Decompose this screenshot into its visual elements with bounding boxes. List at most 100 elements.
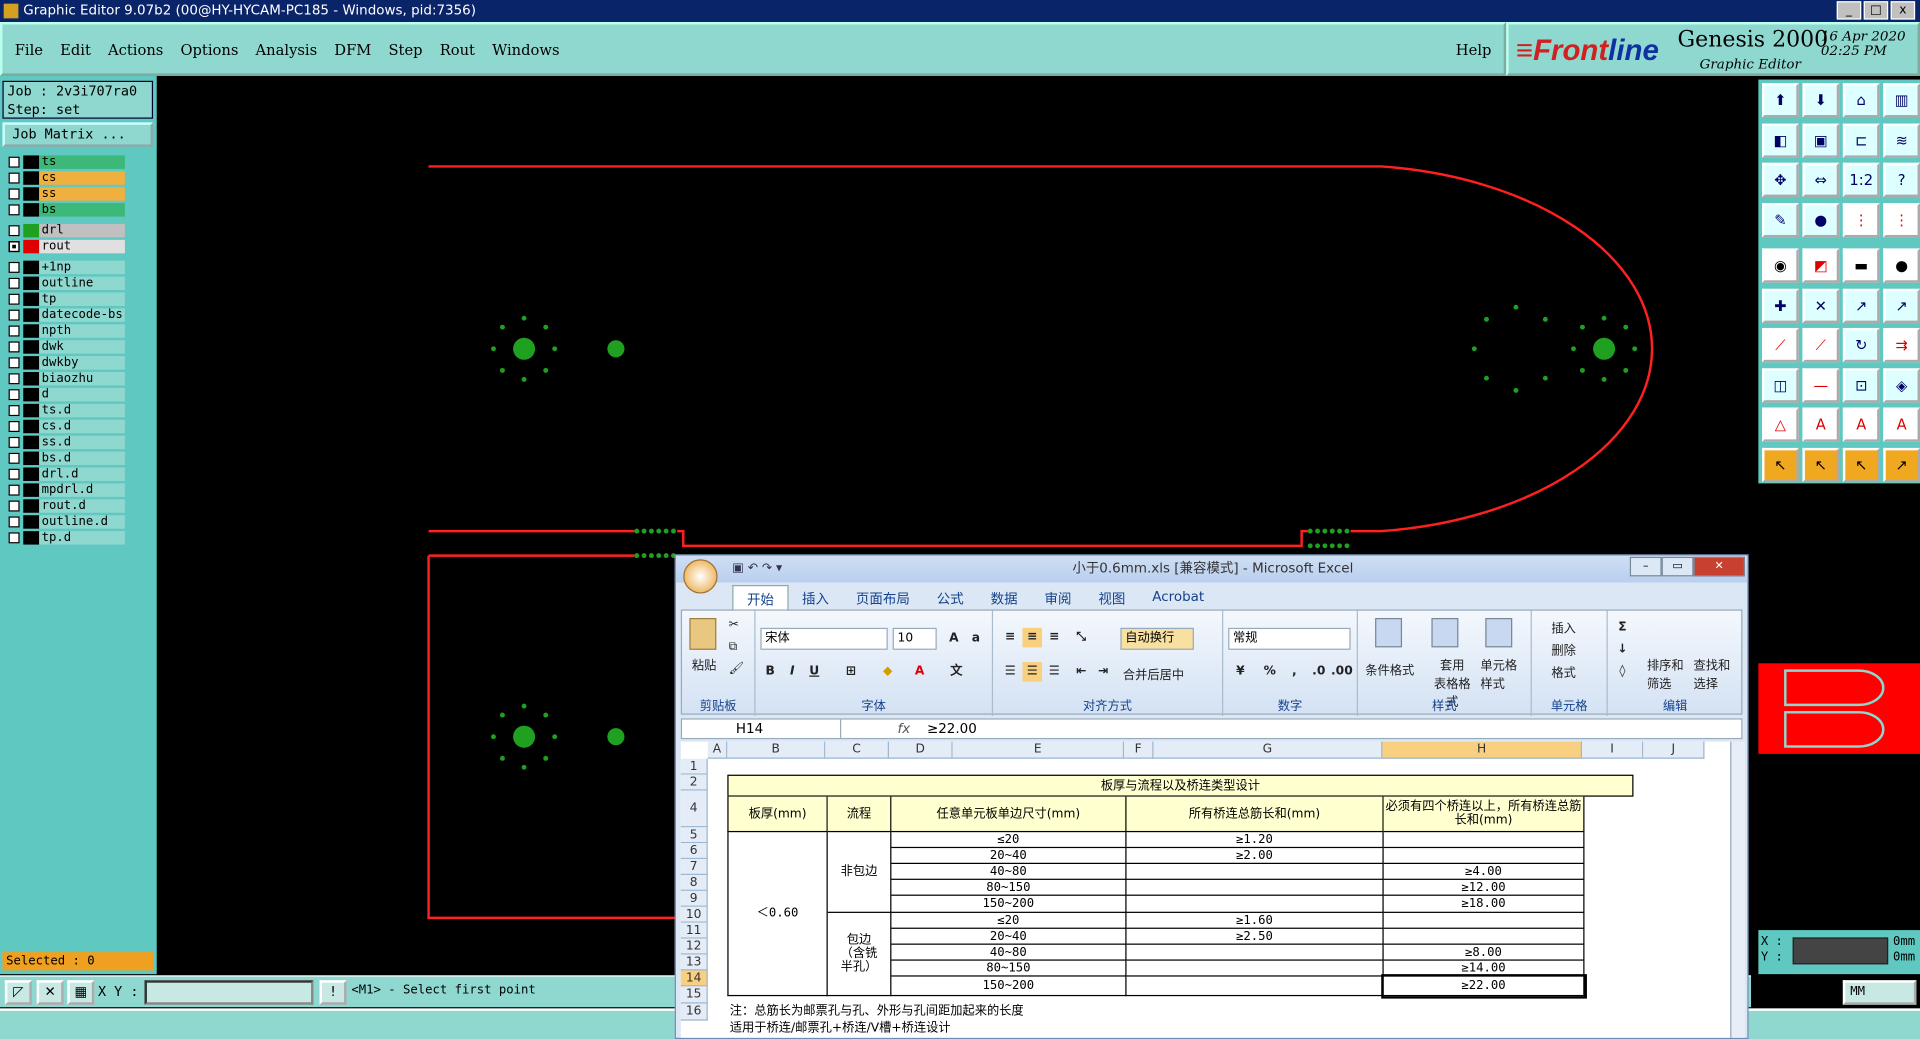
tool-icon-34[interactable]: A <box>1802 407 1840 442</box>
size-cell[interactable]: 20~40 <box>891 928 1127 945</box>
total-cell[interactable] <box>1126 879 1384 896</box>
layer-row-cs[interactable]: cs <box>5 170 125 186</box>
row-header[interactable]: 9 <box>680 890 708 907</box>
menu-file[interactable]: File <box>15 42 43 59</box>
tool-icon-20[interactable]: ● <box>1883 248 1920 283</box>
layer-checkbox[interactable] <box>8 172 20 184</box>
size-cell[interactable]: ≤20 <box>891 832 1127 849</box>
excel-restore-button[interactable]: ▭ <box>1661 556 1694 577</box>
bold-icon[interactable]: B <box>760 662 780 682</box>
layer-row-mpdrl-d[interactable]: mpdrl.d <box>5 482 125 498</box>
layer-color-swatch[interactable] <box>23 451 40 466</box>
wrap-text-button[interactable]: 自动换行 <box>1120 627 1194 650</box>
layer-checkbox[interactable] <box>8 436 20 448</box>
insert-cells-button[interactable]: 插入 <box>1551 618 1575 636</box>
units-button[interactable]: MM <box>1842 980 1917 1005</box>
layer-checkbox[interactable] <box>8 389 20 401</box>
table-header[interactable]: 必须有四个桥连以上，所有桥连总筋长和(mm) <box>1383 796 1585 833</box>
row-header[interactable]: 10 <box>680 906 708 923</box>
layer-checkbox[interactable] <box>8 532 20 544</box>
tool-icon-9[interactable]: ✥ <box>1762 162 1799 198</box>
sort-filter-button[interactable]: 排序和 筛选 <box>1647 655 1684 692</box>
four-bridge-cell[interactable]: ≥18.00 <box>1383 895 1585 913</box>
note-line[interactable]: 适用于桥连/邮票孔+桥连/V槽+桥连设计 <box>730 1017 1587 1035</box>
tool-icon-33[interactable]: △ <box>1762 407 1799 442</box>
tool-icon-17[interactable]: ◉ <box>1762 248 1799 283</box>
worksheet-grid[interactable]: A B C D E F G H I J 1 2 4 5 6 7 8 9 10 11 12 13 14 15 16 板厚与流程以及桥… <box>680 741 1731 1038</box>
paste-button[interactable]: 粘贴 <box>692 655 716 673</box>
layer-color-swatch[interactable] <box>23 223 40 238</box>
tool-icon-39[interactable]: ↖ <box>1842 447 1880 482</box>
tool-icon-30[interactable]: — <box>1802 367 1840 403</box>
tool-icon-23[interactable]: ↗ <box>1842 288 1880 323</box>
table-title[interactable]: 板厚与流程以及桥连类型设计 <box>727 774 1634 797</box>
tool-icon-2[interactable]: ⬇ <box>1802 83 1840 118</box>
tool-icon-24[interactable]: ↗ <box>1883 288 1920 323</box>
phonetic-icon[interactable]: 文 <box>947 662 967 682</box>
font-color-icon[interactable]: A <box>910 662 930 682</box>
layer-color-swatch[interactable] <box>23 171 40 185</box>
name-box[interactable]: H14 <box>682 719 842 738</box>
tool-icon-6[interactable]: ▣ <box>1802 122 1840 158</box>
layer-row-cs-d[interactable]: cs.d <box>5 419 125 435</box>
layer-row-datecode-bs[interactable]: datecode-bs <box>5 307 125 323</box>
layer-checkbox[interactable] <box>8 405 20 417</box>
layer-color-swatch[interactable] <box>23 340 40 354</box>
tool-icon-28[interactable]: ⇉ <box>1883 327 1920 363</box>
tool-icon-22[interactable]: ✕ <box>1802 288 1840 323</box>
row-header[interactable]: 11 <box>680 922 708 939</box>
size-cell[interactable]: 40~80 <box>891 863 1127 880</box>
four-bridge-cell[interactable]: ≥22.00 <box>1381 974 1587 999</box>
layer-checkbox[interactable] <box>8 156 20 168</box>
four-bridge-cell[interactable]: ≥8.00 <box>1383 944 1585 961</box>
align-bottom-icon[interactable]: ≡ <box>1044 628 1064 648</box>
tool-icon-7[interactable]: ⊏ <box>1842 122 1880 158</box>
tool-icon-26[interactable]: ⟋ <box>1802 327 1840 363</box>
tool-icon-18[interactable]: ◩ <box>1802 248 1840 283</box>
layer-row-ss-d[interactable]: ss.d <box>5 434 125 450</box>
layer-color-swatch[interactable] <box>23 324 40 338</box>
layer-color-swatch[interactable] <box>23 239 40 254</box>
total-cell[interactable]: ≥2.50 <box>1126 928 1384 945</box>
tool-icon-19[interactable]: ▬ <box>1842 248 1880 283</box>
align-left-icon[interactable]: ☰ <box>1000 662 1020 682</box>
size-cell[interactable]: 150~200 <box>891 976 1127 997</box>
tool-icon-29[interactable]: ◫ <box>1762 367 1799 403</box>
layer-row-ts-d[interactable]: ts.d <box>5 403 125 419</box>
layer-checkbox[interactable] <box>8 309 20 321</box>
size-cell[interactable]: 20~40 <box>891 848 1127 864</box>
pan-icon[interactable]: ◸ <box>4 980 32 1005</box>
tool-icon-37[interactable]: ↖ <box>1762 447 1799 482</box>
align-top-icon[interactable]: ≡ <box>1000 628 1020 648</box>
layer-row-dwkby[interactable]: dwkby <box>5 355 125 371</box>
currency-icon[interactable]: ¥ <box>1231 662 1251 682</box>
layer-row-drl[interactable]: drl <box>5 223 125 239</box>
layer-row-bs-d[interactable]: bs.d <box>5 450 125 466</box>
fx-icon[interactable]: fx <box>898 720 911 738</box>
four-bridge-cell[interactable] <box>1383 928 1585 945</box>
tool-icon-13[interactable]: ✎ <box>1762 202 1799 237</box>
delete-cells-button[interactable]: 删除 <box>1551 640 1575 658</box>
format-cells-button[interactable]: 格式 <box>1551 662 1575 680</box>
align-center-icon[interactable]: ☰ <box>1022 662 1043 682</box>
row-header[interactable]: 5 <box>680 827 708 844</box>
row-header[interactable]: 2 <box>680 774 708 791</box>
layer-color-swatch[interactable] <box>23 435 40 450</box>
row-header[interactable]: 14 <box>680 970 708 987</box>
grow-font-icon[interactable]: A <box>944 629 964 649</box>
layer-checkbox[interactable] <box>8 357 20 369</box>
layer-row-biaozhu[interactable]: biaozhu <box>5 371 125 387</box>
column-header[interactable]: B <box>727 741 826 759</box>
layer-checkbox[interactable] <box>8 225 20 237</box>
tool-icon-36[interactable]: A <box>1883 407 1920 442</box>
menu-analysis[interactable]: Analysis <box>256 42 318 59</box>
tool-icon-16[interactable]: ⋮ <box>1883 202 1920 237</box>
menu-actions[interactable]: Actions <box>108 42 163 59</box>
row-header[interactable]: 4 <box>680 790 708 828</box>
menu-rout[interactable]: Rout <box>440 42 475 59</box>
tool-icon-4[interactable]: ▥ <box>1883 83 1920 118</box>
four-bridge-cell[interactable] <box>1383 912 1585 929</box>
total-cell[interactable] <box>1126 895 1384 913</box>
tool-icon-15[interactable]: ⋮ <box>1842 202 1880 237</box>
conditional-format-button[interactable]: 条件格式 <box>1365 660 1414 678</box>
